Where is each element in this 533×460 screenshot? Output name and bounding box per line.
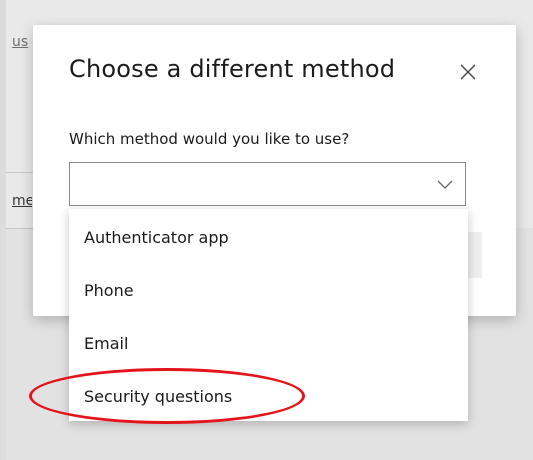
background-link-fragment: me bbox=[12, 193, 32, 209]
dialog-title: Choose a different method bbox=[69, 55, 396, 83]
background-divider bbox=[6, 228, 36, 229]
option-security-questions[interactable]: Security questions bbox=[69, 370, 468, 423]
background-divider bbox=[6, 172, 36, 173]
close-icon bbox=[460, 64, 476, 80]
option-email[interactable]: Email bbox=[69, 317, 468, 370]
option-phone[interactable]: Phone bbox=[69, 264, 468, 317]
background-left-strip bbox=[0, 0, 6, 460]
method-question-label: Which method would you like to use? bbox=[69, 130, 350, 148]
background-link-fragment: us bbox=[12, 34, 29, 50]
option-authenticator-app[interactable]: Authenticator app bbox=[69, 211, 468, 264]
method-dropdown-list: Authenticator app Phone Email Security q… bbox=[69, 209, 468, 421]
chevron-down-icon bbox=[437, 180, 453, 189]
close-button[interactable] bbox=[454, 58, 482, 86]
method-select[interactable] bbox=[69, 162, 466, 206]
